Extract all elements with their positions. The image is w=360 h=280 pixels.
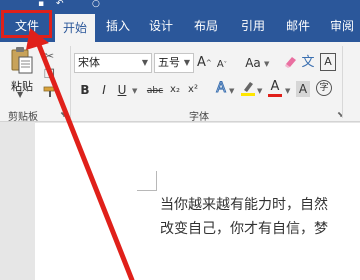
word-window: { "tabs": { "file": "文件", "home": "开始", … — [0, 0, 360, 280]
annotation-arrow — [26, 28, 135, 280]
